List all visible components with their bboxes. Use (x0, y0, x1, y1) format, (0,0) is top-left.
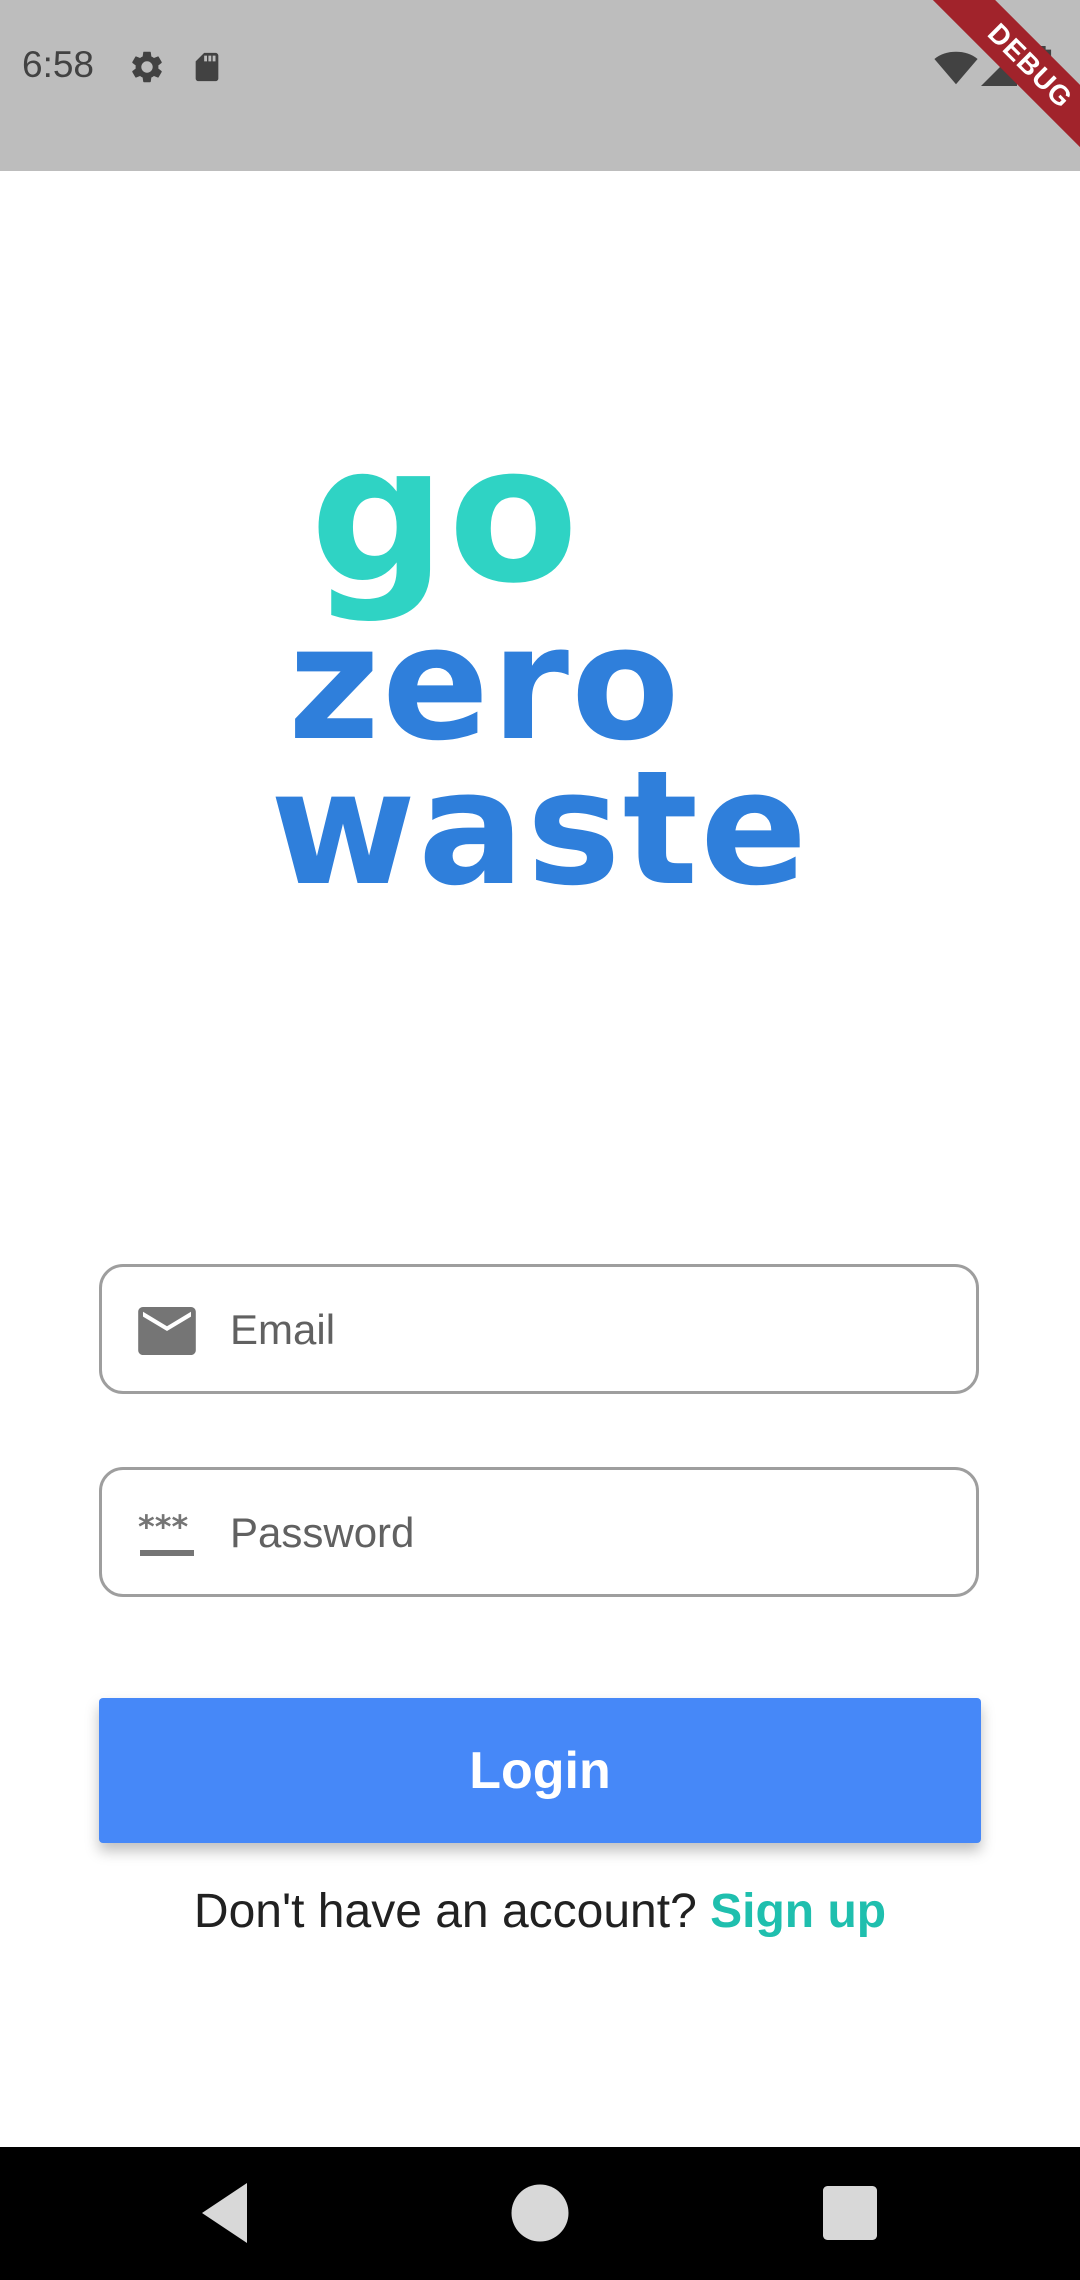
back-icon[interactable] (190, 2177, 262, 2249)
logo-waste-text: waste (270, 737, 810, 921)
system-nav-bar (0, 2147, 1080, 2280)
home-icon[interactable] (504, 2177, 576, 2249)
password-icon: *** (138, 1510, 194, 1556)
signup-link[interactable]: Sign up (710, 1885, 886, 1938)
logo-go-text: go (310, 404, 581, 625)
sd-card-icon (195, 52, 219, 82)
signup-row: Don't have an account? Sign up (0, 1884, 1080, 1939)
gear-icon (132, 51, 162, 83)
debug-banner: DEBUG (900, 0, 1080, 180)
password-input[interactable] (230, 1490, 950, 1576)
status-bar: 6:58 DEBUG (0, 0, 1080, 180)
svg-text:***: *** (138, 1510, 188, 1546)
password-field[interactable]: *** (99, 1467, 979, 1597)
debug-label: DEBUG (908, 0, 1080, 180)
email-field[interactable] (99, 1264, 979, 1394)
recents-icon[interactable] (814, 2177, 886, 2249)
login-screen: 6:58 DEBUG go zero waste Email *** Login… (0, 0, 1080, 2280)
status-time: 6:58 (22, 44, 95, 85)
go-zero-waste-logo: go zero waste (250, 420, 830, 940)
email-input[interactable] (230, 1287, 950, 1373)
email-icon (138, 1307, 196, 1355)
login-button[interactable]: Login (99, 1698, 981, 1843)
signup-prompt: Don't have an account? (193, 1885, 697, 1938)
